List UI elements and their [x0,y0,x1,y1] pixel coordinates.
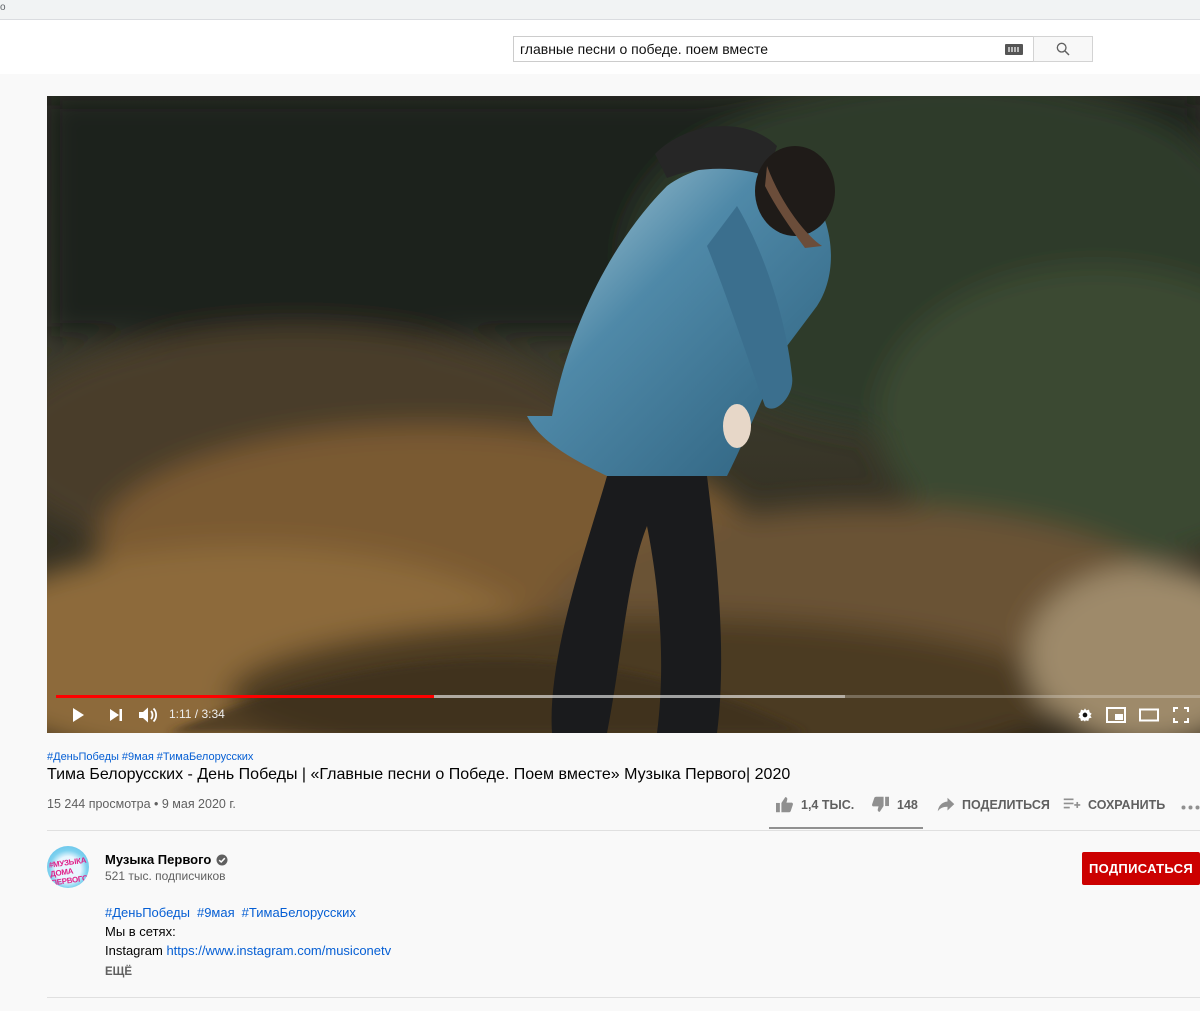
share-icon [937,797,955,812]
subscribe-button[interactable]: ПОДПИСАТЬСЯ [1082,852,1200,885]
progress-bar[interactable] [56,695,1200,698]
like-count: 1,4 ТЫС. [801,797,855,812]
keyboard-icon[interactable] [1005,44,1023,55]
share-label: ПОДЕЛИТЬСЯ [962,797,1050,812]
thumbs-down-icon [872,796,889,812]
video-player[interactable]: 1:11 / 3:34 [47,96,1200,733]
tab-edge: o [0,2,6,13]
divider [47,997,1200,998]
search-input[interactable] [514,37,1000,61]
gear-icon [1078,708,1092,722]
hashtag-link[interactable]: #9мая [122,751,154,763]
subscriber-count: 521 тыс. подписчиков [105,869,226,883]
save-label: СОХРАНИТЬ [1088,797,1166,812]
search-box[interactable] [513,36,1033,62]
fullscreen-button[interactable] [1170,704,1192,726]
time-display: 1:11 / 3:34 [169,707,225,721]
search-button[interactable] [1033,36,1093,62]
channel-name-row[interactable]: Музыка Первого [105,852,228,867]
hashtag-link[interactable]: #ДеньПобеды [105,905,190,920]
description-text: Мы в сетях: [105,924,176,939]
hashtag-link[interactable]: #ТимаБелорусских [242,905,356,920]
like-ratio-bar [769,827,923,829]
miniplayer-icon [1106,707,1126,723]
show-more-button[interactable]: ЕЩЁ [105,966,132,978]
volume-button[interactable] [137,704,159,726]
theater-icon [1139,708,1159,722]
channel-avatar[interactable]: #МУЗЫКА ДОМА ПЕРВОГО [47,846,89,888]
avatar-logo-text: #МУЗЫКА ДОМА ПЕРВОГО [48,855,89,888]
theater-mode-button[interactable] [1138,704,1160,726]
save-button[interactable]: СОХРАНИТЬ [1063,797,1165,812]
hashtag-link[interactable]: #ДеньПобеды [47,751,119,763]
hashtag-link[interactable]: #ТимаБелорусских [157,751,254,763]
video-frame [47,96,1200,733]
more-horizontal-icon [1181,805,1200,810]
browser-tabstrip: o [0,0,1200,20]
like-button[interactable]: 1,4 ТЫС. [775,796,854,813]
hashtag-link[interactable]: #9мая [197,905,235,920]
next-icon [110,709,122,721]
video-hashtags: #ДеньПобеды #9мая #ТимаБелорусских [47,751,256,763]
settings-button[interactable] [1074,704,1096,726]
thumbs-up-icon [776,797,793,813]
channel-name[interactable]: Музыка Первого [105,852,211,867]
search-icon [1056,42,1070,56]
miniplayer-button[interactable] [1105,704,1127,726]
divider [47,830,1200,831]
share-button[interactable]: ПОДЕЛИТЬСЯ [937,797,1050,812]
description-social-line: Instagram https://www.instagram.com/musi… [105,943,391,958]
video-title: Тима Белорусских - День Победы | «Главны… [47,766,791,783]
progress-played [56,695,434,698]
more-actions-button[interactable] [1181,805,1200,810]
view-count-date: 15 244 просмотра • 9 мая 2020 г. [47,797,236,811]
player-controls: 1:11 / 3:34 [47,695,1200,733]
masthead [0,20,1200,74]
volume-icon [139,707,158,723]
dislike-button[interactable]: 148 [871,796,918,813]
description-hashtags: #ДеньПобеды #9мая #ТимаБелорусских [105,905,363,920]
verified-icon [216,854,228,865]
fullscreen-icon [1173,707,1189,723]
social-label: Instagram [105,943,163,958]
play-button[interactable] [67,704,89,726]
dislike-count: 148 [897,797,918,812]
playlist-add-icon [1063,798,1081,809]
instagram-link[interactable]: https://www.instagram.com/musiconetv [166,943,391,958]
next-button[interactable] [105,704,127,726]
play-icon [73,708,84,722]
